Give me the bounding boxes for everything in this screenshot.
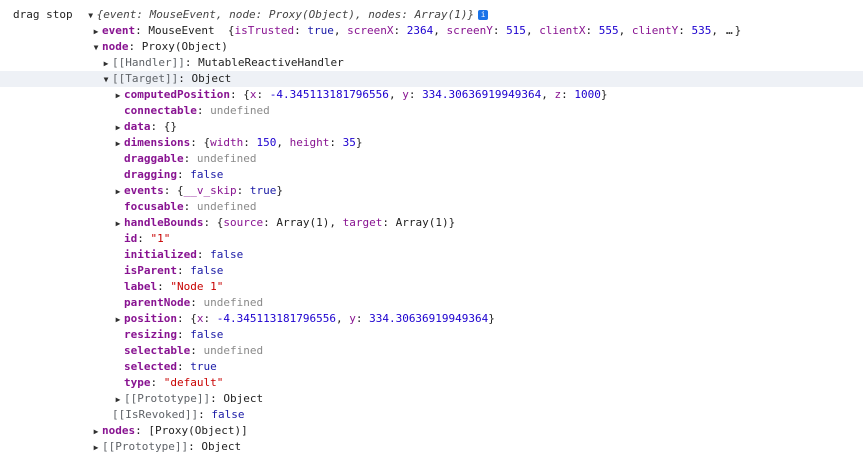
expanded-triangle-icon[interactable]: ▼: [85, 8, 97, 23]
collapsed-triangle-icon[interactable]: ▶: [100, 56, 112, 71]
log-message-row[interactable]: drag stop ▼ {event: MouseEvent, node: Prox…: [0, 7, 863, 23]
collapsed-triangle-icon[interactable]: ▶: [112, 184, 124, 199]
property-row[interactable]: ▶ handleBounds: {source: Array(1), target…: [0, 215, 863, 231]
object-summary[interactable]: {event: MouseEvent, node: Proxy(Object),…: [97, 8, 475, 21]
root-prototype-row[interactable]: ▶ [[Prototype]]: Object: [0, 439, 863, 455]
node-row[interactable]: ▼ node: Proxy(Object): [0, 39, 863, 55]
property-row: focusable: undefined: [124, 200, 257, 213]
collapsed-triangle-icon[interactable]: ▶: [112, 216, 124, 231]
event-type: MouseEvent: [148, 24, 215, 37]
property-row[interactable]: ▶ computedPosition: {x: -4.34511318179655…: [0, 87, 863, 103]
property-row: type: "default": [124, 376, 224, 389]
property-row: id: "1": [124, 232, 171, 245]
collapsed-triangle-icon[interactable]: ▶: [90, 440, 102, 455]
property-row: initialized: false: [124, 248, 244, 261]
property-key: node: [102, 40, 129, 53]
collapsed-triangle-icon[interactable]: ▶: [112, 88, 124, 103]
property-row: parentNode: undefined: [124, 296, 264, 309]
handler-row[interactable]: ▶ [[Handler]]: MutableReactiveHandler: [0, 55, 863, 71]
collapsed-triangle-icon[interactable]: ▶: [90, 424, 102, 439]
collapsed-triangle-icon[interactable]: ▶: [112, 392, 124, 407]
event-row[interactable]: ▶ event: MouseEvent {isTrusted: true, scr…: [0, 23, 863, 39]
nodes-row[interactable]: ▶ nodes: [Proxy(Object)]: [0, 423, 863, 439]
property-row: connectable: undefined: [124, 104, 270, 117]
property-row[interactable]: ▶ events: {__v_skip: true}: [0, 183, 863, 199]
property-row[interactable]: ▶ data: {}: [0, 119, 863, 135]
property-row: isParent: false: [124, 264, 224, 277]
collapsed-triangle-icon[interactable]: ▶: [112, 312, 124, 327]
property-row: draggable: undefined: [124, 152, 257, 165]
expanded-triangle-icon[interactable]: ▼: [90, 40, 102, 55]
property-row: selected: true: [124, 360, 217, 373]
property-row[interactable]: ▶ position: {x: -4.345113181796556, y: 33…: [0, 311, 863, 327]
property-row: label: "Node 1": [124, 280, 224, 293]
log-label: drag stop: [13, 8, 73, 21]
collapsed-triangle-icon[interactable]: ▶: [90, 24, 102, 39]
collapsed-triangle-icon[interactable]: ▶: [112, 136, 124, 151]
target-row[interactable]: ▼ [[Target]]: Object: [0, 71, 863, 87]
expanded-triangle-icon[interactable]: ▼: [100, 72, 112, 87]
collapsed-triangle-icon[interactable]: ▶: [112, 120, 124, 135]
is-revoked-row: [[IsRevoked]]: false: [112, 408, 245, 421]
property-row: dragging: false: [124, 168, 224, 181]
property-row[interactable]: ▶ dimensions: {width: 150, height: 35}: [0, 135, 863, 151]
prototype-row[interactable]: ▶ [[Prototype]]: Object: [0, 391, 863, 407]
property-row: resizing: false: [124, 328, 224, 341]
property-row: selectable: undefined: [124, 344, 264, 357]
info-icon[interactable]: i: [478, 10, 489, 20]
more-button[interactable]: …: [724, 23, 735, 39]
devtools-console: drag stop ▼ {event: MouseEvent, node: Prox…: [0, 0, 863, 454]
property-key: event: [102, 24, 136, 37]
